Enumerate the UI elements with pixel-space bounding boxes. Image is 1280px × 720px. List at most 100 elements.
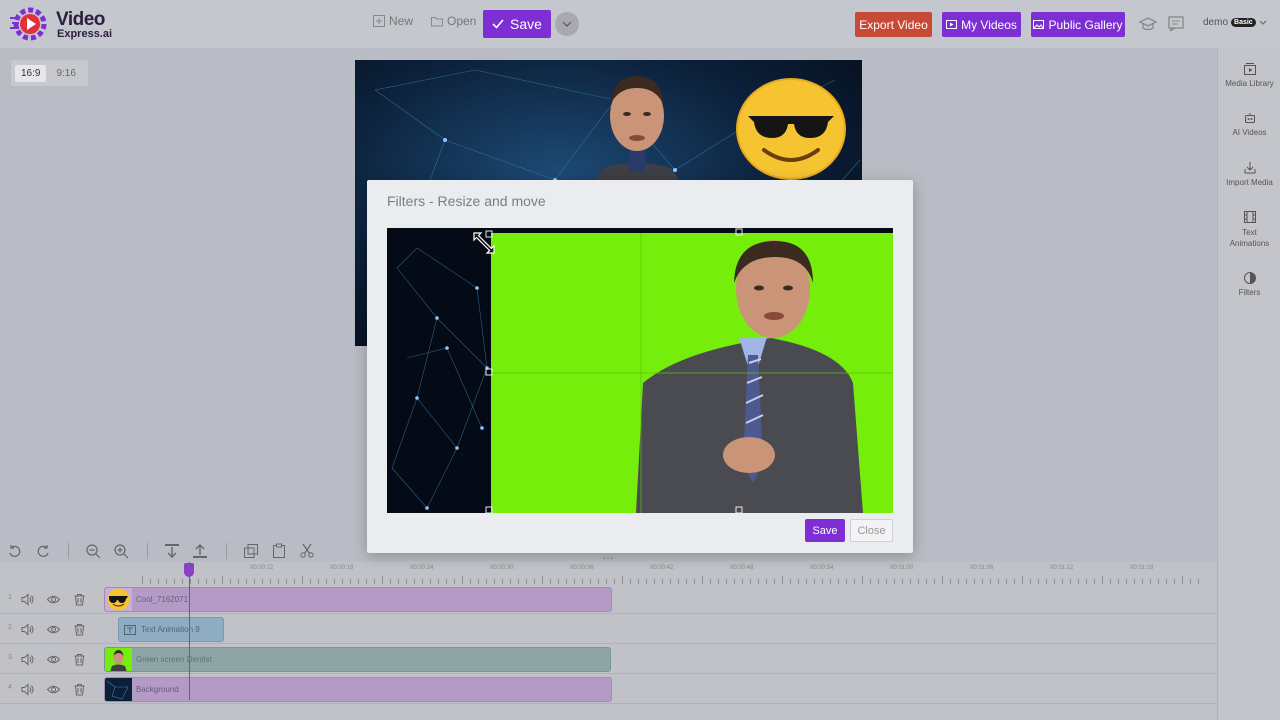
track-number: 3 [8,654,12,661]
aspect-ratio-toggle: 16:9 9:16 [11,60,88,86]
logo-text-secondary: Express.ai [57,28,113,40]
clip-label: Cool_7162071 [136,595,189,604]
track-number: 1 [8,594,12,601]
move-layer-up-icon[interactable] [192,543,208,559]
sidebar-item-filters[interactable]: Filters [1218,271,1280,297]
network-background-thumbnail [105,678,132,701]
timeline-clip[interactable]: Text Animation 9 [118,617,224,642]
save-button[interactable]: Save [483,10,551,38]
modal-save-button[interactable]: Save [805,519,845,542]
undo-icon[interactable] [7,543,23,559]
eye-icon[interactable] [47,623,60,636]
open-button[interactable]: Open [431,14,476,28]
sidebar-item-text-animations[interactable]: Text Animations [1218,210,1280,249]
ruler-tick [382,576,383,584]
timeline-clip[interactable]: Green screen Dentist [104,647,611,672]
sidebar-item-import-media[interactable]: Import Media [1218,161,1280,187]
export-video-button[interactable]: Export Video [855,12,932,37]
my-videos-label: My Videos [961,17,1017,32]
my-videos-button[interactable]: My Videos [942,12,1021,37]
splitter-grip-icon[interactable] [602,556,614,560]
trash-icon[interactable] [73,593,86,606]
playhead-handle[interactable] [184,563,194,577]
resize-move-stage[interactable] [387,228,893,513]
timeline-ruler[interactable]: 00:00:12 00:00:18 00:00:24 00:00:30 00:0… [104,562,1214,584]
ruler-tick [622,576,623,584]
ruler-label: 00:00:54 [810,565,834,571]
half-circle-icon [1243,272,1256,284]
modal-close-button[interactable]: Close [850,519,893,542]
track-row: 2 Text Animation 9 [0,614,1217,644]
logo[interactable]: Video Express.ai [10,6,120,42]
chat-icon[interactable] [1167,15,1185,33]
ruler-tick [302,576,303,584]
text-animation-icon [124,624,136,635]
move-layer-down-icon[interactable] [164,543,180,559]
ruler-label: 00:01:06 [970,565,994,571]
public-gallery-label: Public Gallery [1048,17,1123,32]
toolbar-divider [147,543,148,559]
eye-icon[interactable] [47,593,60,606]
user-menu[interactable]: demo Basic [1203,17,1267,28]
clip-label: Background [136,685,179,694]
open-label: Open [447,14,477,28]
ruler-tick [462,576,463,584]
volume-icon[interactable] [21,593,34,606]
image-icon [1033,20,1045,29]
paste-icon[interactable] [271,543,287,559]
presenter-green-screen-thumbnail [105,648,132,671]
eye-icon[interactable] [47,683,60,696]
sidebar-item-label: Media Library [1225,79,1274,88]
timeline-clip[interactable]: Background [104,677,612,702]
folder-icon [431,17,443,27]
aspect-16-9[interactable]: 16:9 [15,64,47,82]
ruler-tick [1182,576,1183,584]
redo-icon[interactable] [35,543,51,559]
sidebar-item-label: Filters [1238,288,1261,297]
eye-icon[interactable] [47,653,60,666]
video-icon [946,20,958,29]
timeline-clip[interactable]: Cool_7162071 [104,587,612,612]
ruler-label: 00:00:48 [730,565,754,571]
public-gallery-button[interactable]: Public Gallery [1031,12,1125,37]
volume-icon[interactable] [21,623,34,636]
ruler-label: 00:00:42 [650,565,674,571]
logo-gear-icon [10,7,47,41]
ruler-tick [1102,576,1103,584]
zoom-out-icon[interactable] [85,543,101,559]
track-number: 4 [8,684,12,691]
modal-title: Filters - Resize and move [387,193,546,209]
save-options-dropdown[interactable] [555,12,579,36]
playhead-line [189,562,190,700]
new-button[interactable]: New [373,14,413,28]
ruler-tick [222,576,223,584]
ruler-label: 00:00:24 [410,565,434,571]
duplicate-icon[interactable] [243,543,259,559]
trash-icon[interactable] [73,653,86,666]
trash-icon[interactable] [73,623,86,636]
volume-icon[interactable] [21,653,34,666]
ruler-tick [942,576,943,584]
sidebar-item-ai-videos[interactable]: AI Videos [1218,111,1280,137]
ruler-label: 00:00:12 [250,565,274,571]
graduation-cap-icon[interactable] [1139,15,1157,33]
toolbar-divider [226,543,227,559]
scissors-icon[interactable] [299,543,315,559]
robot-icon [1244,113,1255,123]
chevron-down-icon [1259,20,1267,25]
volume-icon[interactable] [21,683,34,696]
sidebar-item-media-library[interactable]: Media Library [1218,62,1280,88]
save-label: Save [510,16,542,32]
ruler-tick [702,576,703,584]
ruler-tick [782,576,783,584]
ruler-tick [542,576,543,584]
ruler-label: 00:00:30 [490,565,514,571]
resize-cursor-icon [473,232,495,254]
zoom-in-icon[interactable] [113,543,129,559]
track-row: 1 Cool_7162071 [0,584,1217,614]
toolbar-divider [68,543,69,559]
trash-icon[interactable] [73,683,86,696]
aspect-9-16[interactable]: 9:16 [50,65,81,82]
sidebar-item-label: AI Videos [1232,128,1267,137]
clip-label: Text Animation 9 [141,625,200,634]
